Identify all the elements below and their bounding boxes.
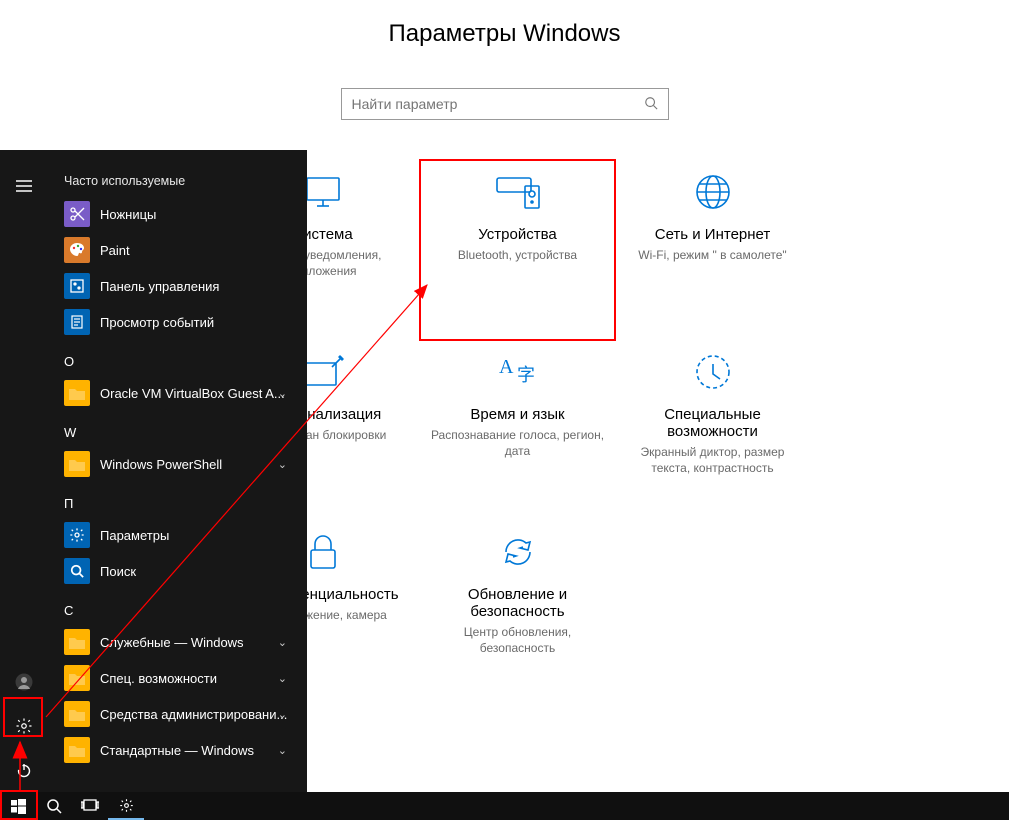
- page-title: Параметры Windows: [0, 20, 1009, 48]
- app-label: Поиск: [100, 564, 297, 579]
- settings-tile-devices[interactable]: Устройства Bluetooth, устройства: [420, 160, 615, 340]
- scissors-icon: [64, 201, 90, 227]
- search-wrap: [0, 88, 1009, 120]
- settings-tile-timelang[interactable]: A字 Время и язык Распознавание голоса, ре…: [420, 340, 615, 520]
- taskbar-settings-button[interactable]: [108, 792, 144, 820]
- app-label: Спец. возможности: [100, 671, 297, 686]
- app-item[interactable]: Спец. возможности⌄: [50, 660, 297, 696]
- tile-desc: Распознавание голоса, регион, дата: [428, 427, 607, 459]
- chevron-down-icon: ⌄: [278, 744, 287, 757]
- search-icon: [64, 558, 90, 584]
- letter-header[interactable]: С: [64, 603, 297, 618]
- taskbar-search-button[interactable]: [36, 792, 72, 820]
- paint-icon: [64, 237, 90, 263]
- user-button[interactable]: [0, 660, 48, 704]
- app-item[interactable]: Ножницы: [50, 196, 297, 232]
- folder-icon: [64, 665, 90, 691]
- taskbar-taskview-button[interactable]: [72, 792, 108, 820]
- tile-desc: Экранный диктор, размер текста, контраст…: [623, 444, 802, 476]
- event-viewer-icon: [64, 309, 90, 335]
- start-left-rail: [0, 150, 48, 792]
- tile-title: Сеть и Интернет: [655, 226, 771, 243]
- chevron-down-icon: ⌄: [278, 387, 287, 400]
- app-item[interactable]: Windows PowerShell⌄: [50, 446, 297, 482]
- chevron-down-icon: ⌄: [278, 672, 287, 685]
- search-box[interactable]: [341, 88, 669, 120]
- tile-title: Время и язык: [470, 406, 564, 423]
- app-item[interactable]: Средства администрировани...⌄: [50, 696, 297, 732]
- network-icon: [693, 170, 733, 214]
- taskbar-start-button[interactable]: [0, 792, 36, 820]
- svg-text:A: A: [499, 356, 514, 378]
- app-label: Paint: [100, 243, 297, 258]
- app-label: Панель управления: [100, 279, 297, 294]
- timelang-icon: A字: [497, 350, 539, 394]
- hamburger-button[interactable]: [0, 162, 48, 210]
- settings-tile-ease[interactable]: Специальные возможности Экранный диктор,…: [615, 340, 810, 520]
- folder-icon: [64, 451, 90, 477]
- folder-icon: [64, 380, 90, 406]
- app-item[interactable]: Paint: [50, 232, 297, 268]
- app-label: Параметры: [100, 528, 297, 543]
- app-item[interactable]: Oracle VM VirtualBox Guest A...⌄: [50, 375, 297, 411]
- tile-desc: Wi-Fi, режим " в самолете": [638, 247, 786, 263]
- app-label: Стандартные — Windows: [100, 743, 297, 758]
- app-label: Ножницы: [100, 207, 297, 222]
- folder-icon: [64, 701, 90, 727]
- devices-icon: [495, 170, 541, 214]
- app-item[interactable]: Просмотр событий: [50, 304, 297, 340]
- app-item[interactable]: Панель управления: [50, 268, 297, 304]
- letter-header[interactable]: W: [64, 425, 297, 440]
- start-menu: Часто используемые Ножницы Paint Панель упр…: [0, 150, 307, 792]
- control-panel-icon: [64, 273, 90, 299]
- settings-rail-button[interactable]: [0, 704, 48, 748]
- chevron-down-icon: ⌄: [278, 636, 287, 649]
- app-item[interactable]: Поиск: [50, 553, 297, 589]
- search-input[interactable]: [352, 96, 644, 112]
- search-icon: [644, 96, 658, 113]
- app-label: Служебные — Windows: [100, 635, 297, 650]
- app-item[interactable]: Параметры: [50, 517, 297, 553]
- chevron-down-icon: ⌄: [278, 708, 287, 721]
- app-label: Windows PowerShell: [100, 457, 297, 472]
- update-icon: [498, 530, 538, 574]
- system-icon: [303, 170, 343, 214]
- folder-icon: [64, 629, 90, 655]
- power-button[interactable]: [0, 748, 48, 792]
- settings-tile-update[interactable]: Обновление и безопасность Центр обновлен…: [420, 520, 615, 700]
- privacy-icon: [305, 530, 341, 574]
- start-app-list: Часто используемые Ножницы Paint Панель упр…: [50, 168, 297, 792]
- taskbar: [0, 792, 1009, 820]
- app-label: Просмотр событий: [100, 315, 297, 330]
- tile-title: Обновление и безопасность: [428, 586, 607, 620]
- tile-title: Специальные возможности: [623, 406, 802, 440]
- tile-title: Устройства: [478, 226, 556, 243]
- app-item[interactable]: Служебные — Windows⌄: [50, 624, 297, 660]
- chevron-down-icon: ⌄: [278, 458, 287, 471]
- svg-text:字: 字: [517, 365, 535, 385]
- folder-icon: [64, 737, 90, 763]
- app-label: Средства администрировани...: [100, 707, 297, 722]
- tile-desc: Bluetooth, устройства: [458, 247, 577, 263]
- app-label: Oracle VM VirtualBox Guest A...: [100, 386, 297, 401]
- app-item[interactable]: Стандартные — Windows⌄: [50, 732, 297, 768]
- letter-header[interactable]: П: [64, 496, 297, 511]
- settings-tile-network[interactable]: Сеть и Интернет Wi-Fi, режим " в самолет…: [615, 160, 810, 340]
- settings-tiles: Система Экран, уведомления, приложения У…: [225, 160, 994, 700]
- personalization-icon: [302, 350, 344, 394]
- gear-icon: [64, 522, 90, 548]
- most-used-header: Часто используемые: [64, 174, 297, 188]
- tile-desc: Центр обновления, безопасность: [428, 624, 607, 656]
- letter-header[interactable]: O: [64, 354, 297, 369]
- ease-icon: [693, 350, 733, 394]
